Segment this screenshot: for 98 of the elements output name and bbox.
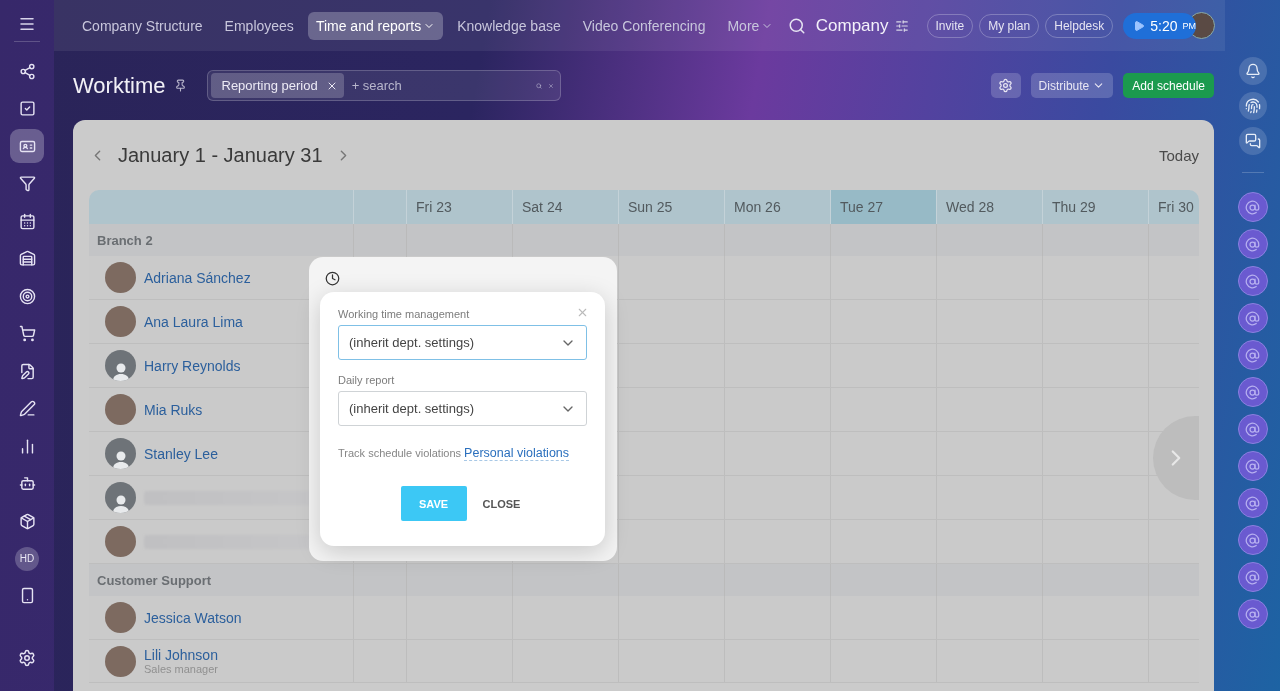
chat-icon	[1244, 133, 1261, 149]
employee-name[interactable]: Mia Ruks	[144, 401, 203, 418]
nav-tab[interactable]: Time and reports	[307, 11, 444, 40]
fingerprint-button[interactable]	[1238, 92, 1267, 120]
day-header: Fri 23	[406, 190, 512, 224]
at-sign-icon	[1245, 384, 1260, 400]
at-sign-icon	[1245, 199, 1260, 215]
nav-tab[interactable]: Company Structure	[74, 11, 211, 40]
avatar-badge[interactable]: HD	[15, 546, 39, 571]
pin-icon[interactable]	[173, 79, 187, 92]
assistant-button[interactable]	[1237, 451, 1268, 481]
field-label: Daily report	[338, 374, 396, 386]
assistant-button[interactable]	[1237, 599, 1268, 629]
person-silhouette-icon	[111, 493, 130, 513]
target-icon	[18, 287, 36, 305]
nav-tab[interactable]: Video Conferencing	[574, 11, 714, 40]
employee-name[interactable]: Stanley Lee	[144, 445, 218, 462]
assistant-button[interactable]	[1237, 525, 1268, 555]
group-cell	[1148, 224, 1199, 256]
add-schedule-button[interactable]: Add schedule	[1123, 73, 1214, 98]
assistant-button[interactable]	[1237, 414, 1268, 444]
company-name[interactable]: Company	[815, 15, 889, 36]
field-label: Working time management	[338, 308, 471, 320]
day-header: Thu 29	[1042, 190, 1148, 224]
document-edit-icon	[18, 362, 36, 380]
timer-button[interactable]: 5:20 PM	[1123, 12, 1196, 39]
play-icon	[1133, 19, 1146, 32]
settings-icon[interactable]	[18, 649, 36, 667]
clock-icon	[325, 271, 340, 286]
filter-field[interactable]: Reporting period + search	[206, 70, 561, 101]
at-sign-icon	[1245, 236, 1260, 252]
assistant-button[interactable]	[1237, 266, 1268, 296]
employee-name[interactable]: Jessica Watson	[144, 609, 242, 626]
fingerprint-icon	[1244, 98, 1261, 114]
person-silhouette-icon	[111, 449, 130, 469]
day-header: Fri 30	[1148, 190, 1199, 224]
cart-icon	[18, 325, 36, 342]
funnel-icon	[18, 175, 36, 192]
assistant-button[interactable]	[1237, 303, 1268, 333]
today-button[interactable]: Today	[1158, 146, 1199, 164]
warehouse-icon	[18, 250, 36, 267]
sidebar-button[interactable]	[10, 129, 44, 163]
at-sign-icon	[1245, 606, 1260, 622]
group-label: Customer Support	[89, 564, 353, 596]
employee-name[interactable]: Ana Laura Lima	[144, 313, 243, 330]
close-button[interactable]: CLOSE	[478, 493, 525, 514]
violations-link[interactable]: Personal violations	[464, 446, 570, 461]
distribute-button[interactable]: Distribute	[1030, 73, 1114, 98]
bell-button[interactable]	[1238, 57, 1267, 85]
group-cell	[353, 224, 406, 256]
employee-name[interactable]: Adriana Sánchez	[144, 269, 251, 286]
nav-tab[interactable]: Employees	[216, 11, 302, 40]
settings-icon	[998, 78, 1014, 93]
assistant-button[interactable]	[1237, 562, 1268, 592]
share-icon	[18, 62, 36, 80]
assistant-button[interactable]	[1237, 192, 1268, 222]
at-sign-icon	[1245, 273, 1260, 289]
calendar-icon	[18, 212, 36, 230]
at-sign-icon	[1245, 347, 1260, 363]
search-icon[interactable]	[787, 16, 806, 35]
at-sign-icon	[1245, 458, 1260, 474]
day-header: Sun 25	[618, 190, 724, 224]
chat-button[interactable]	[1238, 127, 1267, 155]
at-sign-icon	[1245, 569, 1260, 585]
select-field[interactable]: (inherit dept. settings)	[338, 391, 587, 426]
group-label: Branch 2	[89, 224, 353, 256]
period-title: January 1 - January 31	[118, 143, 323, 167]
at-sign-icon	[1245, 421, 1260, 437]
nav-tab[interactable]: Knowledge base	[449, 11, 569, 40]
violations-label: Track schedule violations	[338, 447, 462, 459]
nav-tab[interactable]: More	[719, 11, 782, 40]
assistant-button[interactable]	[1237, 229, 1268, 259]
sliders-icon[interactable]	[894, 18, 909, 33]
employee-name[interactable]: Harry Reynolds	[144, 357, 241, 374]
robot-icon	[18, 475, 36, 492]
package-icon	[18, 512, 36, 530]
bell-icon	[1244, 63, 1261, 79]
filter-chip[interactable]: Reporting period	[210, 73, 344, 98]
at-sign-icon	[1245, 310, 1260, 326]
assistant-button[interactable]	[1237, 377, 1268, 407]
day-header: Sat 24	[512, 190, 618, 224]
at-sign-icon	[1245, 532, 1260, 548]
employee-position: Sales manager	[144, 663, 218, 675]
settings-button[interactable]	[990, 73, 1021, 98]
menu-icon[interactable]	[18, 15, 36, 33]
person-silhouette-icon	[111, 361, 130, 381]
assistant-button[interactable]	[1237, 340, 1268, 370]
day-header: Mon 26	[724, 190, 830, 224]
day-header: Wed 28	[936, 190, 1042, 224]
day-header: Tue 27	[830, 190, 936, 224]
employee-name[interactable]: Lili Johnson	[144, 647, 218, 663]
assistant-button[interactable]	[1237, 488, 1268, 518]
pen-icon	[18, 400, 36, 417]
at-sign-icon	[1245, 495, 1260, 511]
page-title: Worktime	[73, 72, 166, 99]
select-field[interactable]: (inherit dept. settings)	[338, 325, 587, 360]
header-cell	[353, 190, 406, 224]
checkbox-icon	[18, 100, 36, 117]
